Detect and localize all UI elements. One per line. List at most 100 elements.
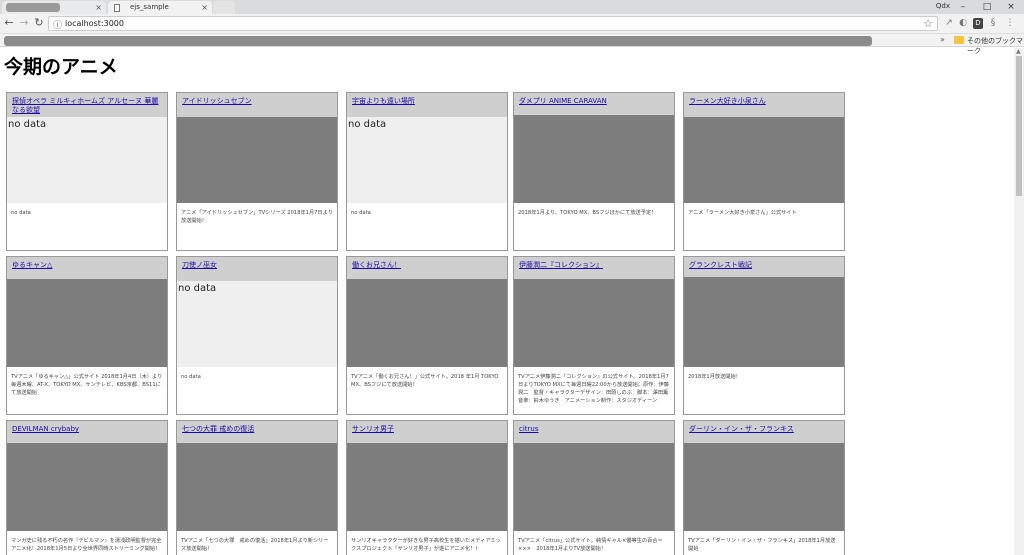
info-icon[interactable]: ⓘ (53, 18, 62, 31)
card-description: アニメ「ラーメン大好き小泉さん」公式サイト (688, 210, 797, 216)
page-title: 今期のアニメ (4, 56, 118, 78)
anime-card: 宇宙よりも遠い場所 no data no data (346, 92, 508, 251)
card-thumbnail[interactable] (514, 115, 674, 203)
anime-card: ダメプリ ANIME CARAVAN 2018年1月より、TOKYO MX、BSフ… (513, 92, 675, 251)
scrollbar-thumb[interactable] (1016, 56, 1022, 196)
card-description: no data (11, 210, 31, 216)
menu-icon[interactable]: ⋮ (1005, 18, 1015, 29)
card-description: TVアニメ伊藤潤二『コレクション』の公式サイト。2018年1月7日よりTOKYO… (518, 374, 674, 404)
card-description: 2018年1月より、TOKYO MX、BSフジほかにて放送予定！ (518, 210, 657, 216)
card-thumbnail[interactable] (514, 279, 674, 367)
card-title-link[interactable]: 宇宙よりも遠い場所 (352, 97, 503, 106)
card-title-link[interactable]: サンリオ男子 (352, 425, 503, 434)
anime-card: 七つの大罪 戒めの復活 TVアニメ「七つの大罪 戒めの復活」2018年1月より新シ… (176, 420, 338, 555)
card-header: ダーリン・イン・ザ・フランキス (684, 421, 844, 445)
minimize-icon[interactable]: – (952, 0, 974, 14)
anime-card: 伊藤潤二『コレクション』 TVアニメ伊藤潤二『コレクション』の公式サイト。2018… (513, 256, 675, 415)
no-data-label: no data (348, 119, 387, 130)
card-thumbnail[interactable] (514, 443, 674, 531)
no-image-placeholder: no data (347, 117, 507, 203)
folder-icon (954, 36, 964, 44)
card-title-link[interactable]: アイドリッシュセブン (182, 97, 333, 106)
card-title-link[interactable]: 刀使ノ巫女 (182, 261, 333, 270)
address-bar[interactable]: ⓘ localhost:3000 ☆ (48, 16, 938, 31)
profile-button[interactable]: Qdx (936, 2, 950, 10)
card-thumbnail[interactable] (177, 117, 337, 203)
no-data-label: no data (8, 119, 47, 130)
card-title-link[interactable]: グランクレスト戦記 (689, 261, 840, 270)
card-header: citrus (514, 421, 674, 445)
card-title-link[interactable]: DEVILMAN crybaby (12, 425, 163, 434)
close-window-icon[interactable]: × (1000, 0, 1022, 14)
anime-card: 働くお兄さん！ TVアニメ「働くお兄さん！」公式サイト。2018 年1月 TOKY… (346, 256, 508, 415)
card-header: 伊藤潤二『コレクション』 (514, 257, 674, 281)
anime-card: アイドリッシュセブン アニメ「アイドリッシュセブン」TVシリーズ 2018年1月7… (176, 92, 338, 251)
bookmark-star-icon[interactable]: ☆ (923, 17, 933, 30)
tab-title-redacted (6, 3, 60, 12)
card-header: 働くお兄さん！ (347, 257, 507, 281)
url-text[interactable]: localhost:3000 (65, 19, 124, 28)
anime-card: サンリオ男子 サンリオキャラクターが好きな男子高校生を描いたメディアミックスプロジ… (346, 420, 508, 555)
card-description: TVアニメ「ダーリン・イン・ザ・フランキス」2018年1月放送開始 (688, 538, 836, 552)
no-image-placeholder: no data (7, 117, 167, 203)
browser-tab-2[interactable]: ejs_sample × (108, 1, 212, 14)
card-thumbnail[interactable] (684, 443, 844, 531)
card-header: 宇宙よりも遠い場所 (347, 93, 507, 117)
card-title-link[interactable]: ゆるキャン△ (12, 261, 163, 270)
card-title-link[interactable]: 探偵オペラ ミルキィホームズ アルセーヌ 華麗なる欲望 (12, 97, 163, 115)
card-description: TVアニメ「citrus」公式サイト。純情ギャル×優等生の百合＝××× 2018… (518, 538, 663, 552)
card-title-link[interactable]: ダメプリ ANIME CARAVAN (519, 97, 670, 106)
card-title-link[interactable]: 伊藤潤二『コレクション』 (519, 261, 670, 270)
browser-tab-1[interactable]: × (2, 1, 106, 14)
tab-title: ejs_sample (130, 3, 169, 11)
card-header: ラーメン大好き小泉さん (684, 93, 844, 117)
card-thumbnail[interactable] (7, 443, 167, 531)
scroll-up-icon[interactable]: ▲ (1016, 48, 1021, 55)
card-title-link[interactable]: ダーリン・イン・ザ・フランキス (689, 425, 840, 434)
card-header: アイドリッシュセブン (177, 93, 337, 117)
no-image-placeholder: no data (177, 281, 337, 367)
card-thumbnail[interactable] (7, 279, 167, 367)
browser-toolbar: ← → ↻ ⓘ localhost:3000 ☆ ↗ ◐ D § ⋮ (0, 14, 1024, 34)
bookmarks-overflow-icon[interactable]: » (940, 35, 945, 44)
card-title-link[interactable]: 働くお兄さん！ (352, 261, 503, 270)
card-thumbnail[interactable] (177, 443, 337, 531)
tab-close-icon[interactable]: × (95, 1, 102, 14)
no-data-label: no data (178, 283, 217, 294)
card-thumbnail[interactable] (684, 277, 844, 367)
anime-card: グランクレスト戦記 2018年1月放送開始！ (683, 256, 845, 415)
page-icon (114, 4, 120, 12)
card-description: no data (351, 210, 371, 216)
card-title-link[interactable]: ラーメン大好き小泉さん (689, 97, 840, 106)
extension-icon-1[interactable]: ↗ (944, 18, 954, 29)
scrollbar[interactable]: ▲ (1014, 48, 1024, 555)
extension-icon-4[interactable]: § (988, 18, 998, 29)
card-header: 刀使ノ巫女 (177, 257, 337, 281)
reload-icon[interactable]: ↻ (32, 16, 46, 30)
card-header: DEVILMAN crybaby (7, 421, 167, 445)
card-header: 探偵オペラ ミルキィホームズ アルセーヌ 華麗なる欲望 (7, 93, 167, 117)
anime-card: citrus TVアニメ「citrus」公式サイト。純情ギャル×優等生の百合＝××… (513, 420, 675, 555)
back-icon[interactable]: ← (2, 16, 16, 30)
forward-icon[interactable]: → (17, 16, 31, 30)
extension-icon-2[interactable]: ◐ (958, 18, 968, 29)
card-thumbnail[interactable] (347, 443, 507, 531)
card-thumbnail[interactable] (347, 279, 507, 367)
anime-card: ダーリン・イン・ザ・フランキス TVアニメ「ダーリン・イン・ザ・フランキス」201… (683, 420, 845, 555)
card-title-link[interactable]: 七つの大罪 戒めの復活 (182, 425, 333, 434)
new-tab-button[interactable] (213, 1, 235, 14)
extension-icon-3[interactable]: D (973, 18, 983, 29)
anime-card: 刀使ノ巫女 no data no data (176, 256, 338, 415)
card-description: マンガ史に残る不朽の名作『デビルマン』を湯浅政明監督が完全アニメ化！2018年1… (11, 538, 162, 552)
tab-strip: × ejs_sample × Qdx – □ × (0, 0, 1024, 14)
maximize-icon[interactable]: □ (976, 0, 998, 14)
card-description: TVアニメ「ゆるキャン△」公式サイト 2018年1月4日（木）より毎週木曜、AT… (11, 374, 163, 396)
card-description: 2018年1月放送開始！ (688, 374, 741, 380)
anime-card: ラーメン大好き小泉さん アニメ「ラーメン大好き小泉さん」公式サイト (683, 92, 845, 251)
page-content: 今期のアニメ 探偵オペラ ミルキィホームズ アルセーヌ 華麗なる欲望 no dat… (0, 48, 1014, 555)
tab-close-icon[interactable]: × (201, 1, 208, 14)
card-thumbnail[interactable] (684, 117, 844, 203)
card-title-link[interactable]: citrus (519, 425, 670, 434)
anime-card: ゆるキャン△ TVアニメ「ゆるキャン△」公式サイト 2018年1月4日（木）より毎… (6, 256, 168, 415)
anime-card: 探偵オペラ ミルキィホームズ アルセーヌ 華麗なる欲望 no data no dat… (6, 92, 168, 251)
